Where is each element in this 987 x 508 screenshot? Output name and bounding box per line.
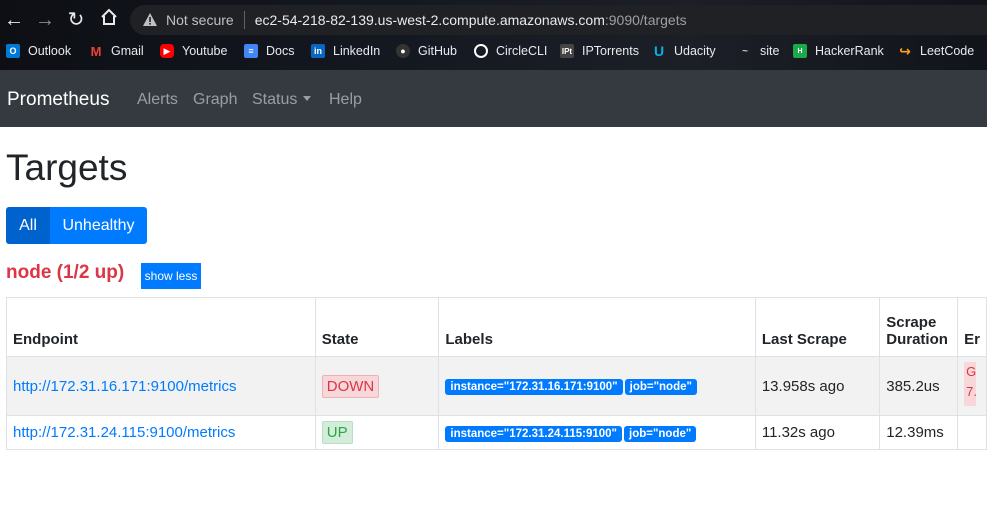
header-state: State — [314, 297, 440, 357]
state-badge: UP — [321, 421, 353, 444]
bookmark-label: HackerRank — [815, 44, 884, 58]
bookmark-label: LeetCode — [920, 44, 975, 58]
bookmark-linkedin[interactable]: in LinkedIn — [311, 44, 380, 58]
labels-cell: instance="172.31.24.115:9100" job="node" — [438, 415, 756, 450]
url-host: ec2-54-218-82-139.us-west-2.compute.amaz… — [254, 12, 605, 28]
endpoint-cell: http://172.31.16.171:9100/metrics — [6, 356, 316, 416]
bookmark-outlook[interactable]: O Outlook — [6, 44, 71, 58]
udacity-icon: U — [653, 43, 665, 59]
nav-status-label: Status — [252, 91, 298, 108]
not-secure-label: Not secure — [166, 12, 234, 28]
error-cell — [957, 415, 987, 450]
bookmarks-bar: O Outlook M Gmail ▶ Youtube ≡ Docs in LinkedI… — [0, 38, 987, 66]
error-cell: G 7. — [957, 356, 987, 416]
filter-all-button[interactable]: All — [6, 207, 50, 244]
gmail-icon: M — [90, 43, 102, 59]
bookmark-label: IPTorrents — [582, 44, 639, 58]
bookmark-label: CircleCLI — [496, 44, 548, 58]
nav-status[interactable]: Status — [252, 91, 312, 109]
header-labels: Labels — [438, 297, 756, 357]
filter-unhealthy-button[interactable]: Unhealthy — [50, 207, 147, 244]
caret-down-icon — [303, 96, 312, 101]
targets-table: Endpoint State Labels Last Scrape Scrape… — [6, 297, 987, 450]
bookmark-label: Youtube — [182, 44, 228, 58]
omnibox-divider — [243, 11, 245, 29]
bookmark-label: Udacity — [674, 44, 716, 58]
linkedin-icon: in — [311, 44, 325, 58]
bookmark-label: Outlook — [28, 44, 72, 58]
address-bar[interactable]: Not secure ec2-54-218-82-139.us-west-2.c… — [130, 5, 987, 35]
state-cell: DOWN — [314, 356, 440, 416]
label-badge-job: job="node" — [624, 379, 697, 395]
hackerrank-icon: H — [793, 44, 807, 58]
table-header-row: Endpoint State Labels Last Scrape Scrape… — [6, 297, 987, 357]
table-row: http://172.31.16.171:9100/metrics DOWN i… — [6, 356, 987, 416]
header-error: Er — [957, 297, 987, 357]
error-badge: G 7. — [964, 362, 977, 406]
nav-alerts[interactable]: Alerts — [137, 91, 178, 109]
bookmark-label: Gmail — [111, 44, 144, 58]
state-cell: UP — [314, 415, 440, 450]
iptorrents-icon: IPt — [560, 44, 574, 58]
endpoint-cell: http://172.31.24.115:9100/metrics — [6, 415, 316, 450]
bookmark-site[interactable]: ~ site — [738, 44, 779, 58]
youtube-icon: ▶ — [160, 44, 174, 58]
header-scrape-word: Scrape — [886, 314, 937, 331]
endpoint-link[interactable]: http://172.31.16.171:9100/metrics — [13, 378, 236, 395]
job-title[interactable]: node (1/2 up) — [6, 262, 124, 284]
bookmark-iptorrents[interactable]: IPt IPTorrents — [560, 44, 639, 58]
last-scrape-cell: 13.958s ago — [754, 356, 881, 416]
duration-cell: 12.39ms — [879, 415, 959, 450]
brand-link[interactable]: Prometheus — [7, 89, 109, 111]
show-less-button[interactable]: show less — [141, 263, 201, 289]
duration-cell: 385.2us — [879, 356, 959, 416]
nav-graph[interactable]: Graph — [193, 91, 237, 109]
bookmark-docs[interactable]: ≡ Docs — [244, 44, 294, 58]
filter-button-group: All Unhealthy — [6, 207, 147, 244]
page-title: Targets — [6, 147, 128, 188]
forward-arrow-icon[interactable]: → — [33, 8, 57, 32]
bookmark-label: LinkedIn — [333, 44, 381, 58]
label-badge-instance: instance="172.31.16.171:9100" — [445, 379, 623, 395]
endpoint-link[interactable]: http://172.31.24.115:9100/metrics — [13, 424, 235, 441]
table-row: http://172.31.24.115:9100/metrics UP ins… — [6, 415, 987, 450]
leetcode-icon: ↪ — [899, 42, 911, 59]
bookmark-udacity[interactable]: U Udacity — [652, 43, 716, 59]
top-navbar: Prometheus Alerts Graph Status Help — [0, 70, 987, 127]
back-arrow-icon[interactable]: ← — [2, 8, 26, 32]
site-icon: ~ — [742, 45, 748, 57]
bookmark-label: site — [760, 44, 780, 58]
home-icon[interactable] — [97, 8, 121, 32]
bookmark-hackerrank[interactable]: H HackerRank — [793, 44, 884, 58]
url-path: :9090/targets — [604, 12, 687, 28]
header-endpoint: Endpoint — [6, 297, 316, 357]
last-scrape-cell: 11.32s ago — [754, 415, 881, 450]
bookmark-label: Docs — [266, 44, 295, 58]
github-icon: ● — [396, 44, 410, 58]
warning-icon[interactable] — [142, 12, 158, 28]
browser-toolbar: ← → ↻ Not secure ec2-54-218-82-139.us-we… — [0, 0, 987, 70]
nav-help[interactable]: Help — [329, 91, 362, 109]
label-badge-instance: instance="172.31.24.115:9100" — [445, 425, 622, 442]
circleci-icon — [474, 44, 488, 58]
bookmark-youtube[interactable]: ▶ Youtube — [160, 44, 227, 58]
state-badge: DOWN — [321, 374, 380, 398]
outlook-icon: O — [6, 44, 20, 58]
bookmark-leetcode[interactable]: ↪ LeetCode — [898, 42, 975, 59]
bookmark-github[interactable]: ● GitHub — [396, 44, 457, 58]
label-badge-job: job="node" — [624, 425, 697, 442]
bookmark-gmail[interactable]: M Gmail — [89, 43, 144, 59]
labels-cell: instance="172.31.16.171:9100" job="node" — [438, 356, 756, 416]
bookmark-circleci[interactable]: CircleCLI — [474, 44, 547, 58]
header-scrape-duration: Scrape Duration — [879, 297, 959, 357]
bookmark-label: GitHub — [418, 44, 457, 58]
docs-icon: ≡ — [244, 44, 258, 58]
header-duration-word: Duration — [886, 331, 948, 348]
reload-icon[interactable]: ↻ — [64, 8, 88, 32]
header-last-scrape: Last Scrape — [754, 297, 881, 357]
